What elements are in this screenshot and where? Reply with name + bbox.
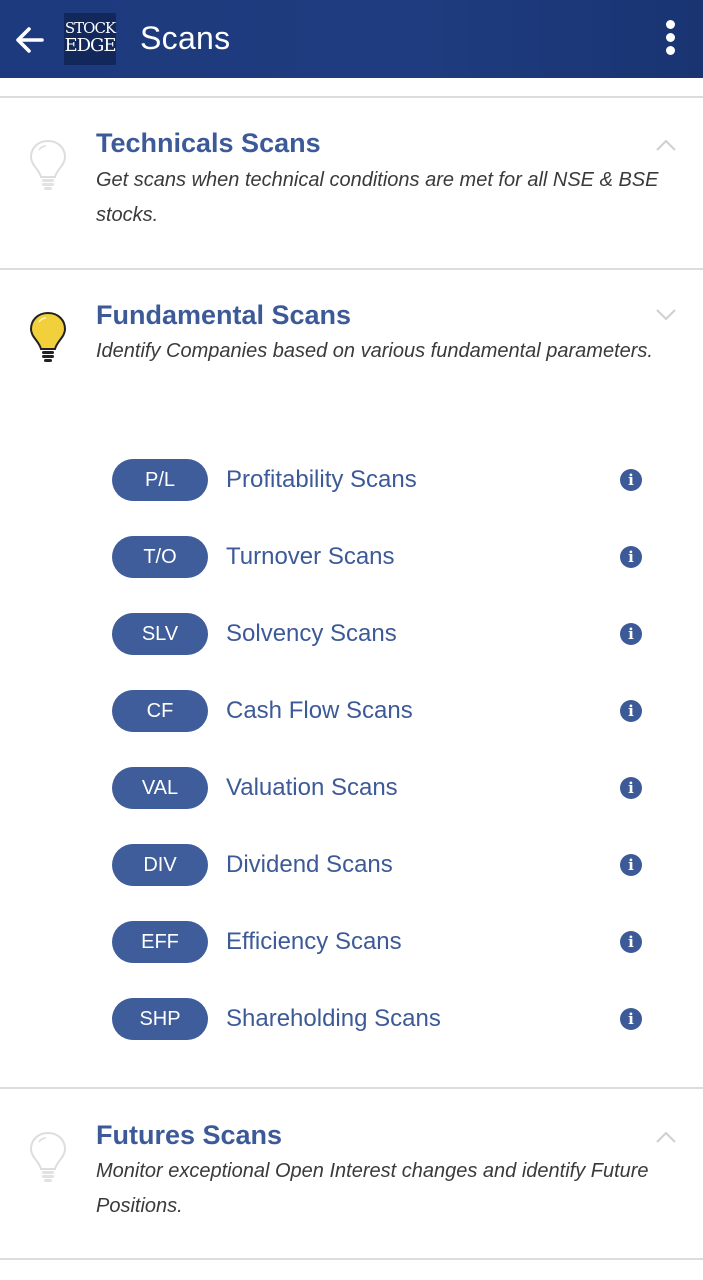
scan-code-badge: SHP [112,998,208,1040]
arrow-left-icon[interactable] [12,22,48,58]
scan-item-efficiency[interactable]: EFF Efficiency Scans i [0,921,703,965]
scan-code-badge: CF [112,690,208,732]
info-icon[interactable]: i [620,700,642,722]
scan-code-badge: DIV [112,844,208,886]
page-title: Scans [140,20,231,56]
info-icon[interactable]: i [620,623,642,645]
more-vertical-icon[interactable] [658,18,682,60]
divider [0,96,703,98]
stockedge-logo: STOCK EDGE [64,13,117,65]
divider [0,1258,703,1260]
scan-item-cash-flow[interactable]: CF Cash Flow Scans i [0,690,703,734]
scan-label: Shareholding Scans [226,1005,441,1032]
scan-item-valuation[interactable]: VAL Valuation Scans i [0,767,703,811]
info-icon[interactable]: i [620,469,642,491]
logo-line-2: EDGE [64,35,116,56]
scan-code-badge: T/O [112,536,208,578]
scan-code-badge: VAL [112,767,208,809]
scan-code-badge: SLV [112,613,208,655]
info-icon[interactable]: i [620,546,642,568]
scan-item-profitability[interactable]: P/L Profitability Scans i [0,459,703,503]
section-technicals[interactable]: Technicals Scans Get scans when technica… [0,120,703,250]
scan-label: Dividend Scans [226,851,393,878]
section-fundamental[interactable]: Fundamental Scans Identify Companies bas… [0,292,703,422]
section-description: Identify Companies based on various fund… [96,340,653,362]
divider [0,1087,703,1089]
chevron-down-icon[interactable] [654,308,678,322]
scan-label: Turnover Scans [226,543,395,570]
section-description: Get scans when technical conditions are … [96,169,659,226]
scan-label: Valuation Scans [226,774,398,801]
divider [0,268,703,270]
info-icon[interactable]: i [620,931,642,953]
scan-label: Profitability Scans [226,466,417,493]
section-title: Futures Scans [96,1120,283,1150]
info-icon[interactable]: i [620,854,642,876]
scan-code-badge: EFF [112,921,208,963]
info-icon[interactable]: i [620,1008,642,1030]
section-title: Technicals Scans [96,128,321,158]
scan-label: Efficiency Scans [226,928,402,955]
section-futures[interactable]: Futures Scans Monitor exceptional Open I… [0,1112,703,1242]
lightbulb-outline-icon [29,139,67,190]
logo-line-1: STOCK [64,19,116,37]
scan-label: Solvency Scans [226,620,397,647]
scan-item-dividend[interactable]: DIV Dividend Scans i [0,844,703,888]
scan-item-solvency[interactable]: SLV Solvency Scans i [0,613,703,657]
section-description: Monitor exceptional Open Interest change… [96,1160,649,1217]
info-icon[interactable]: i [620,777,642,799]
chevron-up-icon[interactable] [654,138,678,152]
lightbulb-yellow-icon [29,311,67,362]
scan-label: Cash Flow Scans [226,697,413,724]
scan-item-turnover[interactable]: T/O Turnover Scans i [0,536,703,580]
app-bar: STOCK EDGE Scans [0,0,703,78]
lightbulb-outline-icon [29,1131,67,1182]
chevron-up-icon[interactable] [654,1130,678,1144]
scan-code-badge: P/L [112,459,208,501]
scan-item-shareholding[interactable]: SHP Shareholding Scans i [0,998,703,1042]
section-title: Fundamental Scans [96,300,352,330]
